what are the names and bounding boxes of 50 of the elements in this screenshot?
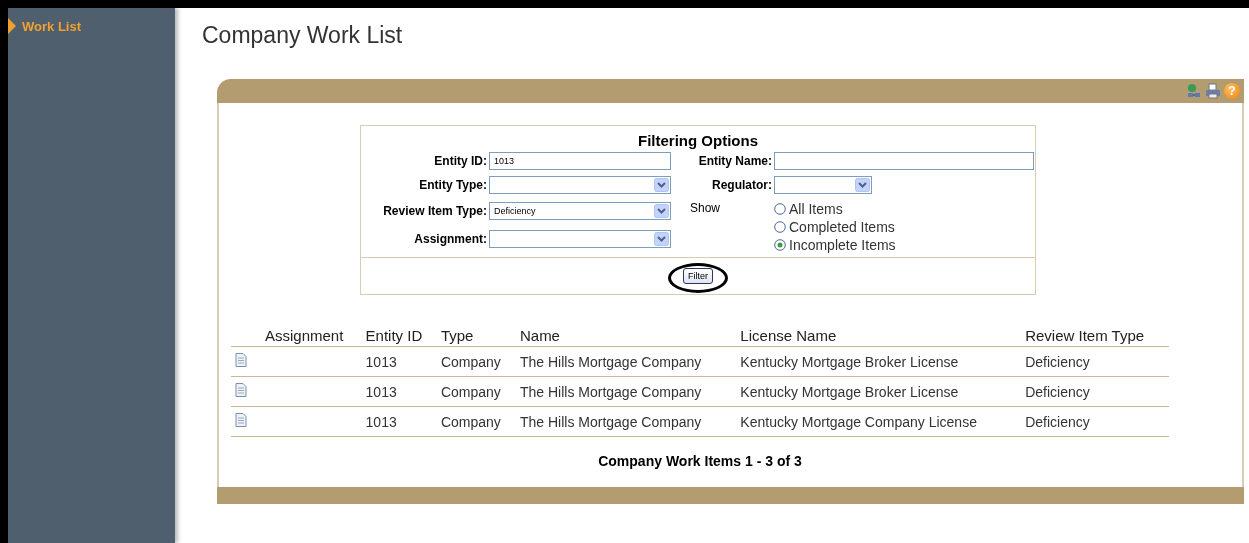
table-cell: Kentucky Mortgage Broker License (740, 383, 959, 400)
dropdown-field[interactable] (774, 176, 872, 194)
item-count: Company Work Items 1 - 3 of 3 (597, 453, 803, 469)
table-cell: Kentucky Mortgage Company License (740, 413, 977, 430)
document-icon[interactable] (235, 413, 247, 427)
column-header[interactable]: Type (436, 325, 516, 347)
table-cell: 1013 (365, 413, 397, 430)
arrow-icon (8, 18, 16, 34)
table-cell: The Hills Mortgage Company (519, 383, 702, 400)
field-label: Entity Type: (418, 178, 487, 192)
column-header[interactable]: Review Item Type (1021, 325, 1169, 347)
column-header[interactable]: Name (515, 325, 737, 347)
table-cell: Deficiency (1025, 413, 1090, 430)
dropdown-field[interactable] (489, 230, 671, 248)
text-field[interactable] (774, 152, 1034, 170)
column-header[interactable]: Entity ID (361, 325, 437, 347)
table-cell: 1013 (365, 383, 397, 400)
dropdown-field[interactable]: Deficiency (489, 202, 671, 220)
text-field[interactable]: 1013 (489, 152, 671, 170)
field-label: Assignment: (413, 232, 487, 246)
table-cell: Company (440, 383, 501, 400)
dropdown-field[interactable] (489, 176, 671, 194)
table-cell: Deficiency (1025, 383, 1090, 400)
table-cell: Deficiency (1025, 353, 1090, 370)
field-label: Entity Name: (697, 154, 772, 168)
column-header[interactable]: License Name (736, 325, 1022, 347)
show-label: Show (689, 200, 722, 215)
radio-button[interactable] (774, 221, 786, 233)
radio-button[interactable] (774, 203, 786, 215)
table-cell: Kentucky Mortgage Broker License (740, 353, 959, 370)
filter-button[interactable]: Filter (683, 268, 713, 284)
highlight-circle (668, 263, 728, 293)
page-title: Company Work List (202, 22, 404, 49)
table-cell: Company (440, 353, 501, 370)
filter-title: Filtering Options (637, 131, 759, 149)
table-cell: The Hills Mortgage Company (519, 353, 702, 370)
table-cell: Company (440, 413, 501, 430)
table-cell: The Hills Mortgage Company (519, 413, 702, 430)
radio-button[interactable] (774, 239, 786, 251)
field-label: Regulator: (711, 178, 772, 192)
field-label: Review Item Type: (382, 204, 487, 218)
table-cell: 1013 (365, 353, 397, 370)
radio-option[interactable]: All Items (774, 201, 1035, 217)
column-header[interactable]: Assignment (261, 325, 362, 347)
printer-icon[interactable] (1205, 83, 1221, 99)
radio-option[interactable]: Incomplete Items (774, 237, 1035, 253)
radio-option[interactable]: Completed Items (774, 219, 1035, 235)
field-label: Entity ID: (433, 154, 487, 168)
document-icon[interactable] (235, 353, 247, 367)
document-icon[interactable] (235, 383, 247, 397)
